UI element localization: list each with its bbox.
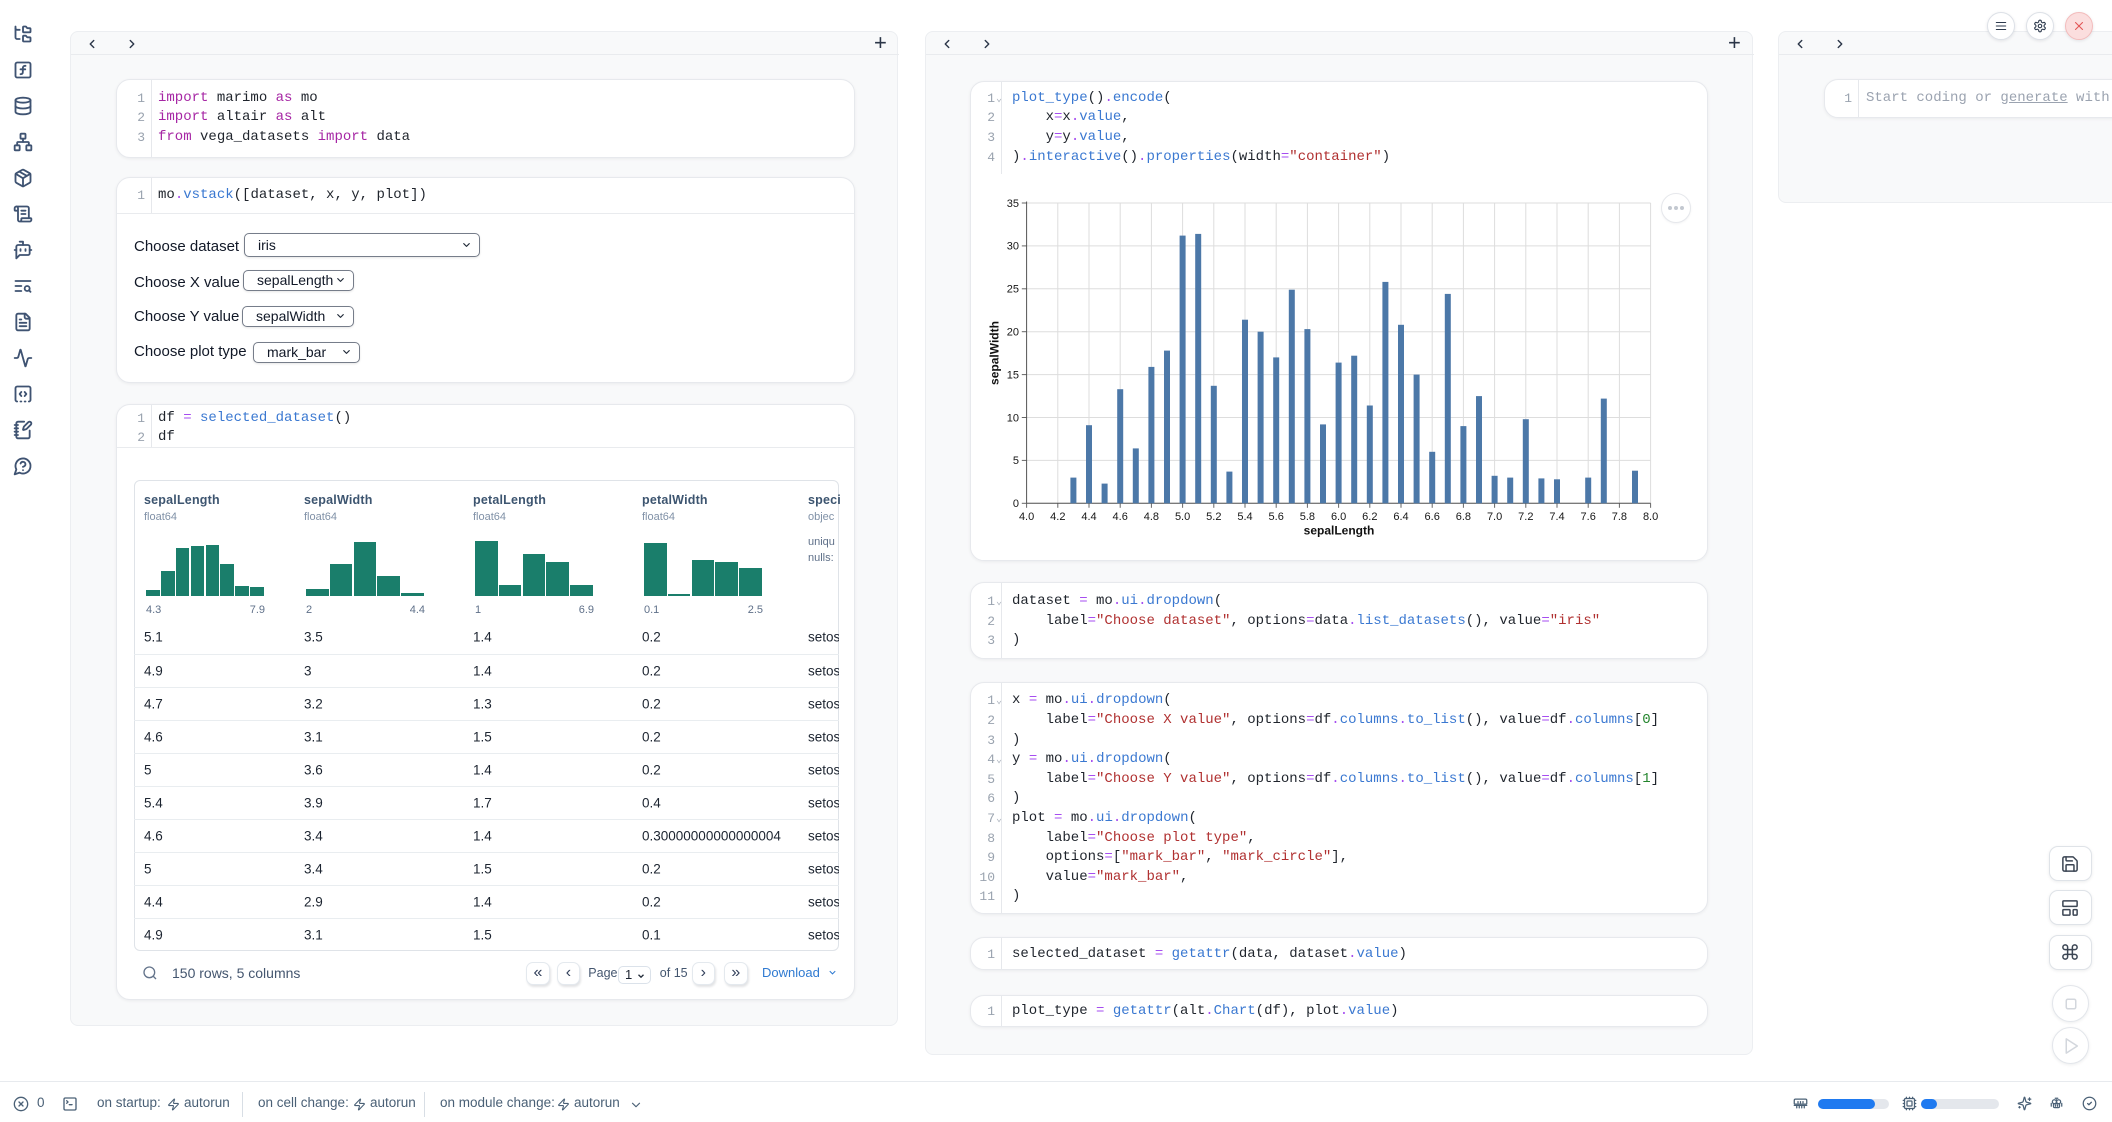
svg-text:4.0: 4.0 — [1019, 511, 1034, 523]
svg-text:4.4: 4.4 — [1081, 511, 1096, 523]
svg-text:6.0: 6.0 — [1331, 511, 1346, 523]
svg-text:15: 15 — [1007, 369, 1019, 381]
svg-text:0: 0 — [1013, 498, 1019, 510]
svg-text:5: 5 — [1013, 455, 1019, 467]
svg-text:35: 35 — [1007, 198, 1019, 210]
svg-text:20: 20 — [1007, 327, 1019, 339]
svg-text:sepalWidth: sepalWidth — [988, 321, 1002, 385]
svg-text:6.8: 6.8 — [1456, 511, 1471, 523]
svg-text:5.2: 5.2 — [1206, 511, 1221, 523]
svg-text:8.0: 8.0 — [1643, 511, 1658, 523]
svg-text:4.6: 4.6 — [1113, 511, 1128, 523]
svg-text:5.0: 5.0 — [1175, 511, 1190, 523]
svg-text:7.6: 7.6 — [1581, 511, 1596, 523]
svg-text:6.2: 6.2 — [1362, 511, 1377, 523]
svg-text:30: 30 — [1007, 241, 1019, 253]
svg-text:4.2: 4.2 — [1050, 511, 1065, 523]
svg-text:5.6: 5.6 — [1269, 511, 1284, 523]
svg-text:7.2: 7.2 — [1518, 511, 1533, 523]
svg-text:5.4: 5.4 — [1237, 511, 1252, 523]
svg-text:25: 25 — [1007, 284, 1019, 296]
svg-text:7.8: 7.8 — [1612, 511, 1627, 523]
svg-text:sepalLength: sepalLength — [1304, 523, 1375, 537]
svg-text:6.6: 6.6 — [1425, 511, 1440, 523]
svg-text:7.4: 7.4 — [1549, 511, 1564, 523]
svg-text:5.8: 5.8 — [1300, 511, 1315, 523]
svg-text:4.8: 4.8 — [1144, 511, 1159, 523]
svg-text:10: 10 — [1007, 412, 1019, 424]
svg-text:7.0: 7.0 — [1487, 511, 1502, 523]
svg-text:6.4: 6.4 — [1393, 511, 1408, 523]
